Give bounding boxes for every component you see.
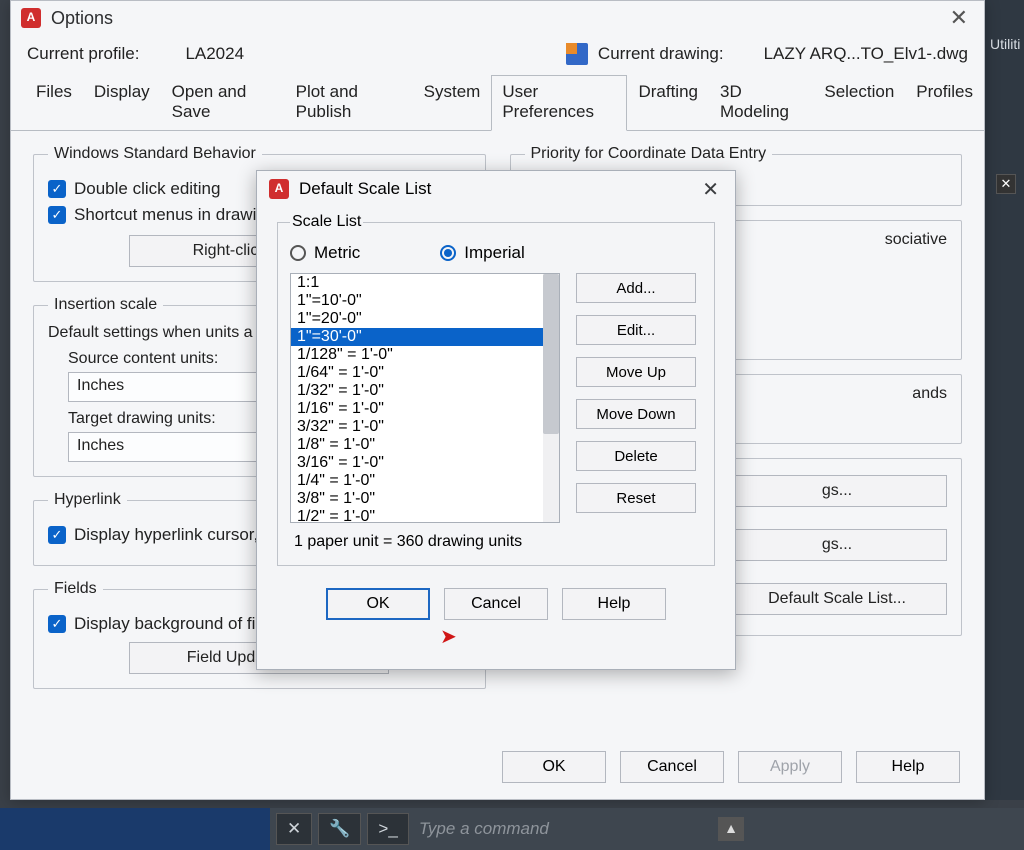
group-fields-title: Fields: [48, 580, 103, 598]
default-scale-list-button[interactable]: Default Scale List...: [727, 583, 947, 615]
cancel-button[interactable]: Cancel: [444, 588, 548, 620]
profile-value: LA2024: [185, 44, 244, 64]
list-item[interactable]: 1/64" = 1'-0": [291, 364, 559, 382]
options-tabs: Files Display Open and Save Plot and Pub…: [11, 75, 984, 131]
settings-button-2[interactable]: gs...: [727, 529, 947, 561]
radio-icon: [290, 245, 306, 261]
tab-open-save[interactable]: Open and Save: [161, 75, 285, 130]
apply-button[interactable]: Apply: [738, 751, 842, 783]
list-item[interactable]: 1"=30'-0": [291, 328, 559, 346]
list-item[interactable]: 1/128" = 1'-0": [291, 346, 559, 364]
list-item[interactable]: 3/32" = 1'-0": [291, 418, 559, 436]
checkbox-icon: [48, 180, 66, 198]
delete-button[interactable]: Delete: [576, 441, 696, 471]
command-bar: ✕ 🔧 >_ Type a command ▲: [0, 808, 1024, 850]
tab-selection[interactable]: Selection: [813, 75, 905, 130]
ok-button[interactable]: OK: [326, 588, 430, 620]
dock-label: Utiliti: [990, 36, 1020, 52]
group-insertion-title: Insertion scale: [48, 296, 163, 314]
cmd-wrench-icon[interactable]: 🔧: [318, 813, 361, 845]
tab-files[interactable]: Files: [25, 75, 83, 130]
scrollbar-thumb[interactable]: [543, 274, 559, 434]
tab-system[interactable]: System: [413, 75, 492, 130]
list-item[interactable]: 1"=20'-0": [291, 310, 559, 328]
list-item[interactable]: 1"=10'-0": [291, 292, 559, 310]
radio-metric[interactable]: Metric: [290, 243, 360, 263]
profile-row: Current profile: LA2024 Current drawing:…: [11, 35, 984, 75]
tab-user-prefs[interactable]: User Preferences: [491, 75, 627, 131]
reset-button[interactable]: Reset: [576, 483, 696, 513]
list-item[interactable]: 3/8" = 1'-0": [291, 490, 559, 508]
list-item[interactable]: 1:1: [291, 274, 559, 292]
tab-plot[interactable]: Plot and Publish: [285, 75, 413, 130]
scale-dialog-titlebar[interactable]: Default Scale List ✕: [257, 171, 735, 207]
checkbox-icon: [48, 206, 66, 224]
tab-3d[interactable]: 3D Modeling: [709, 75, 813, 130]
help-button[interactable]: Help: [856, 751, 960, 783]
dock-close-icon[interactable]: ✕: [996, 174, 1016, 194]
tab-profiles[interactable]: Profiles: [905, 75, 984, 130]
cmd-close-icon[interactable]: ✕: [276, 813, 312, 845]
edit-button[interactable]: Edit...: [576, 315, 696, 345]
radio-imperial[interactable]: Imperial: [440, 243, 524, 263]
options-title: Options: [51, 8, 113, 29]
drawing-value: LAZY ARQ...TO_Elv1-.dwg: [764, 44, 968, 64]
options-titlebar[interactable]: Options ✕: [11, 1, 984, 35]
app-icon: [269, 179, 289, 199]
scale-list-legend: Scale List: [290, 213, 363, 231]
cmd-caret-icon: >_: [367, 813, 408, 845]
list-item[interactable]: 1/4" = 1'-0": [291, 472, 559, 490]
scale-list-dialog: Default Scale List ✕ Scale List Metric I…: [256, 170, 736, 670]
scale-list-frame: Scale List Metric Imperial 1:11"=10'-0"1…: [277, 213, 715, 566]
drawing-icon: [566, 43, 588, 65]
cmd-statusblue: [0, 808, 270, 850]
list-item[interactable]: 1/32" = 1'-0": [291, 382, 559, 400]
cancel-button[interactable]: Cancel: [620, 751, 724, 783]
settings-button-1[interactable]: gs...: [727, 475, 947, 507]
moveup-button[interactable]: Move Up: [576, 357, 696, 387]
group-wsb-title: Windows Standard Behavior: [48, 145, 262, 163]
list-item[interactable]: 1/16" = 1'-0": [291, 400, 559, 418]
add-button[interactable]: Add...: [576, 273, 696, 303]
group-priority-title: Priority for Coordinate Data Entry: [525, 145, 773, 163]
close-icon[interactable]: ✕: [944, 5, 974, 31]
list-item[interactable]: 1/8" = 1'-0": [291, 436, 559, 454]
help-button[interactable]: Help: [562, 588, 666, 620]
checkbox-icon: [48, 526, 66, 544]
options-button-bar: OK Cancel Apply Help: [502, 751, 960, 783]
scale-dialog-title: Default Scale List: [299, 179, 431, 199]
cmd-up-icon[interactable]: ▲: [718, 817, 744, 841]
list-item[interactable]: 1/2" = 1'-0": [291, 508, 559, 523]
tab-drafting[interactable]: Drafting: [627, 75, 709, 130]
scrollbar[interactable]: [543, 274, 559, 522]
command-input[interactable]: Type a command: [419, 819, 549, 839]
scale-listbox[interactable]: 1:11"=10'-0"1"=20'-0"1"=30'-0"1/128" = 1…: [290, 273, 560, 523]
group-hyperlink-title: Hyperlink: [48, 491, 127, 509]
dock-panel: Utiliti ✕: [984, 0, 1024, 800]
profile-label: Current profile:: [27, 44, 139, 64]
drawing-label: Current drawing:: [598, 44, 724, 64]
paper-unit-note: 1 paper unit = 360 drawing units: [294, 533, 698, 551]
app-icon: [21, 8, 41, 28]
radio-icon: [440, 245, 456, 261]
movedown-button[interactable]: Move Down: [576, 399, 696, 429]
tab-display[interactable]: Display: [83, 75, 161, 130]
checkbox-icon: [48, 615, 66, 633]
close-icon[interactable]: ✕: [698, 177, 723, 202]
ok-button[interactable]: OK: [502, 751, 606, 783]
list-item[interactable]: 3/16" = 1'-0": [291, 454, 559, 472]
